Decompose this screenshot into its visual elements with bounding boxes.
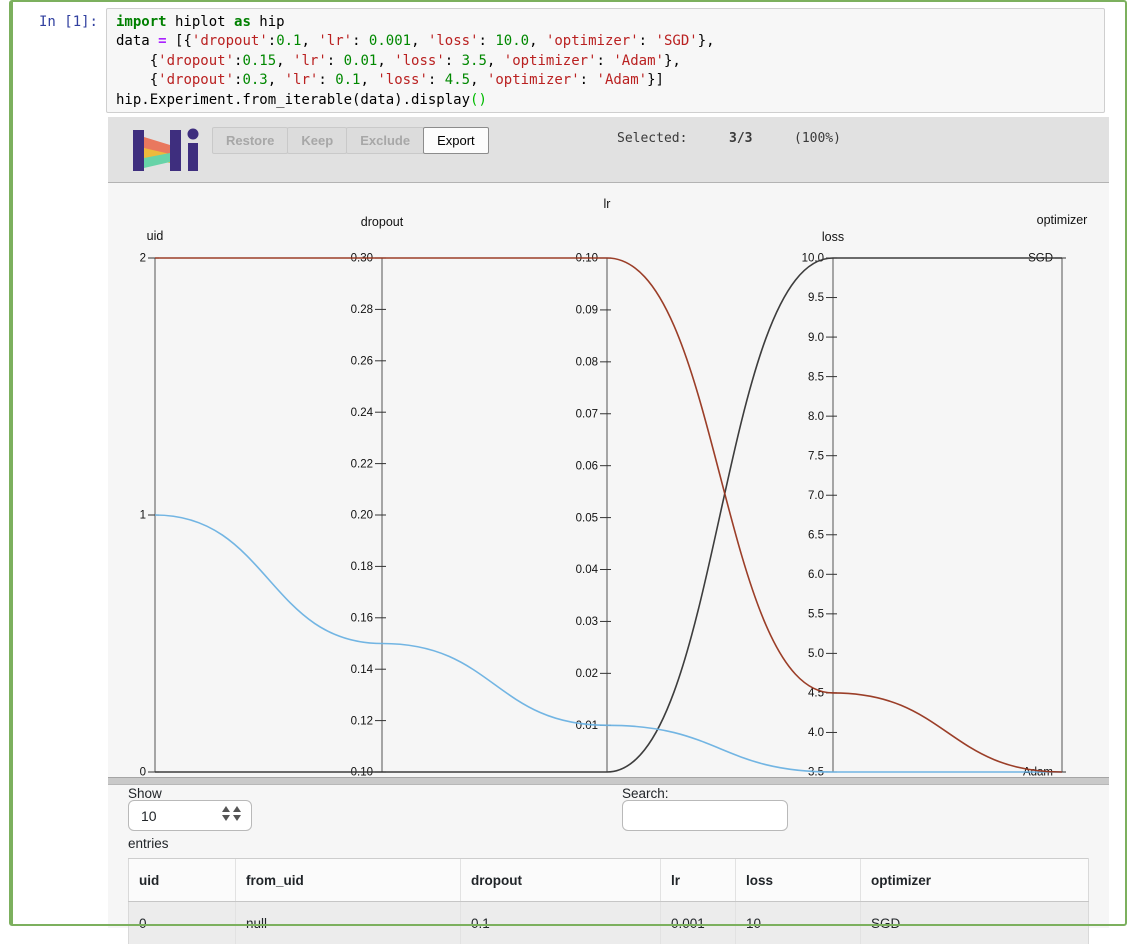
tick-label: 0.24 (351, 407, 374, 419)
data-line-uid-1 (155, 515, 1062, 772)
tick-label: 9.5 (808, 292, 824, 304)
parallel-plot: uid012dropout0.100.120.140.160.180.200.2… (108, 183, 1109, 777)
tick-label: 0 (140, 767, 146, 777)
column-header-uid[interactable]: uid (129, 859, 236, 902)
code-line: {'dropout':0.15, 'lr': 0.01, 'loss': 3.5… (116, 52, 1098, 71)
entries-label: entries (128, 836, 169, 851)
column-header-from_uid[interactable]: from_uid (236, 859, 461, 902)
hiplot-toolbar: RestoreKeepExcludeExport Selected: 3/3 (… (108, 117, 1109, 183)
code-line: {'dropout':0.3, 'lr': 0.1, 'loss': 4.5, … (116, 71, 1098, 90)
data-line-uid-2 (155, 258, 1062, 772)
table-header-row: uidfrom_uiddropoutlrlossoptimizer (129, 859, 1089, 902)
tick-label: 4.0 (808, 727, 824, 739)
search-label: Search: (622, 786, 669, 801)
code-line: import hiplot as hip (116, 13, 1098, 32)
selected-label: Selected: (617, 131, 687, 146)
tick-label: 9.0 (808, 332, 824, 344)
tick-label: 5.0 (808, 648, 824, 660)
column-header-lr[interactable]: lr (661, 859, 736, 902)
parallel-plot-area: uid012dropout0.100.120.140.160.180.200.2… (108, 183, 1109, 777)
toolbar-buttons: RestoreKeepExcludeExport (213, 127, 489, 154)
axis-title-dropout[interactable]: dropout (361, 215, 404, 229)
export-button[interactable]: Export (423, 127, 489, 154)
tick-label: 0.02 (576, 668, 598, 680)
table-cell: SGD (861, 902, 1089, 944)
tick-label: 0.18 (351, 561, 373, 573)
code-line: hip.Experiment.from_iterable(data).displ… (116, 91, 1098, 110)
axis-loss: loss3.54.04.55.05.56.06.57.07.58.08.59.0… (802, 230, 845, 777)
spinner-up-down-icon[interactable] (222, 806, 241, 821)
tick-label: 0.20 (351, 510, 373, 522)
tick-label: 0.14 (351, 664, 374, 676)
table-cell: 0 (129, 902, 236, 944)
axis-title-optimizer[interactable]: optimizer (1037, 213, 1088, 227)
code-line: data = [{'dropout':0.1, 'lr': 0.001, 'lo… (116, 32, 1098, 51)
data-line-uid-0 (155, 258, 1062, 772)
column-header-optimizer[interactable]: optimizer (861, 859, 1089, 902)
selected-count: 3/3 (729, 131, 752, 146)
axis-lr: lr0.010.020.030.040.050.060.070.080.090.… (576, 197, 611, 772)
axis-optimizer: optimizerSGDAdam (1023, 213, 1087, 777)
tick-label: 7.0 (808, 490, 824, 502)
restore-button[interactable]: Restore (212, 127, 288, 154)
tick-label: 0.28 (351, 304, 373, 316)
axis-dropout: dropout0.100.120.140.160.180.200.220.240… (351, 215, 404, 777)
tick-label: 0.08 (576, 357, 598, 369)
tick-label: 5.5 (808, 609, 824, 621)
tick-label: 0.12 (351, 715, 373, 727)
selected-percent: (100%) (794, 131, 841, 146)
table-cell: 10 (736, 902, 861, 944)
plot-table-resize-handle[interactable] (108, 777, 1109, 785)
tick-label: 0.09 (576, 305, 598, 317)
search-input[interactable] (622, 800, 788, 831)
table-cell: 0.001 (661, 902, 736, 944)
tick-label: 0.07 (576, 408, 598, 420)
axis-title-uid[interactable]: uid (147, 229, 164, 243)
tick-label: 0.26 (351, 356, 373, 368)
hiplot-logo (127, 125, 199, 175)
code-editor[interactable]: import hiplot as hipdata = [{'dropout':0… (106, 8, 1105, 113)
tick-label: 0.06 (576, 460, 598, 472)
exclude-button[interactable]: Exclude (346, 127, 424, 154)
column-header-dropout[interactable]: dropout (461, 859, 661, 902)
entries-count-select[interactable]: 10 (128, 800, 252, 831)
tick-label: 7.5 (808, 450, 824, 462)
tick-label: 0.05 (576, 512, 598, 524)
tick-label: 10.0 (802, 253, 824, 265)
keep-button[interactable]: Keep (287, 127, 347, 154)
tick-label: 8.5 (808, 371, 824, 383)
tick-label: 0.04 (576, 564, 599, 576)
axis-uid: uid 0 1 2 (140, 229, 164, 777)
hiplot-output: RestoreKeepExcludeExport Selected: 3/3 (… (108, 117, 1109, 928)
tick-label: 0.03 (576, 616, 598, 628)
entries-count-value: 10 (141, 808, 157, 824)
tick-label: 6.0 (808, 569, 824, 581)
column-header-loss[interactable]: loss (736, 859, 861, 902)
table-cell: null (236, 902, 461, 944)
tick-label: 8.0 (808, 411, 824, 423)
tick-label: 2 (140, 253, 146, 265)
axis-title-lr[interactable]: lr (604, 197, 611, 211)
cell-prompt: In [1]: (0, 14, 98, 30)
tick-label: 0.01 (576, 720, 598, 732)
tick-label: 6.5 (808, 529, 824, 541)
results-table: uidfrom_uiddropoutlrlossoptimizer 0null0… (128, 858, 1089, 944)
table-body: 0null0.10.00110SGD (129, 902, 1089, 944)
table-cell: 0.1 (461, 902, 661, 944)
show-label: Show (128, 786, 162, 801)
tick-label: 0.22 (351, 458, 373, 470)
table-row: 0null0.10.00110SGD (129, 902, 1089, 944)
axis-title-loss[interactable]: loss (822, 230, 844, 244)
tick-label: 0.16 (351, 613, 373, 625)
tick-label: 1 (140, 510, 146, 522)
